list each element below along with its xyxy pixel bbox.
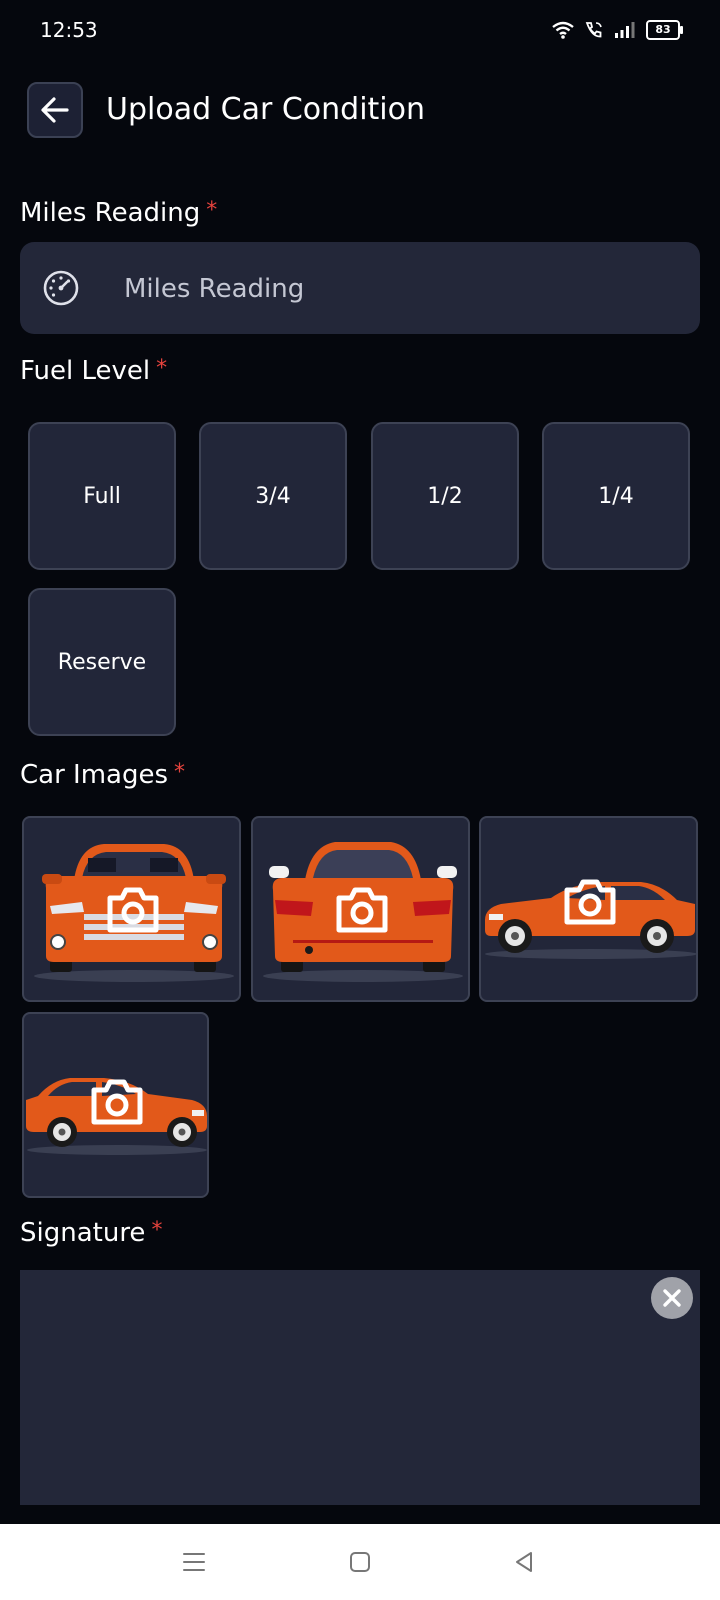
home-button[interactable] <box>340 1542 380 1582</box>
status-time: 12:53 <box>40 18 98 42</box>
header: Upload Car Condition <box>0 80 720 140</box>
triangle-back-icon <box>516 1552 532 1572</box>
miles-label: Miles Reading * <box>20 198 217 228</box>
miles-label-text: Miles Reading <box>20 198 201 228</box>
camera-icon <box>336 887 388 933</box>
arrow-left-icon <box>41 97 69 123</box>
fuel-option-full[interactable]: Full <box>28 422 176 570</box>
camera-icon <box>564 879 616 925</box>
camera-icon <box>91 1079 143 1125</box>
required-mark: * <box>174 760 186 785</box>
signature-label: Signature * <box>20 1218 162 1248</box>
camera-icon <box>107 887 159 933</box>
required-mark: * <box>206 198 218 223</box>
fuel-option-half[interactable]: 1/2 <box>371 422 519 570</box>
miles-input[interactable] <box>122 242 686 336</box>
required-mark: * <box>156 356 168 381</box>
miles-field[interactable] <box>20 242 700 336</box>
car-image-front[interactable] <box>22 816 241 1002</box>
status-icons: 83 <box>552 20 683 40</box>
fuel-option-reserve[interactable]: Reserve <box>28 588 176 736</box>
square-icon <box>350 1552 370 1572</box>
signature-pad[interactable] <box>20 1270 700 1505</box>
back-nav-button[interactable] <box>504 1542 544 1582</box>
fuel-label: Fuel Level * <box>20 356 167 386</box>
signature-label-text: Signature <box>20 1218 146 1248</box>
system-nav-bar <box>0 1524 720 1600</box>
clear-signature-button[interactable] <box>651 1277 693 1319</box>
status-bar: 12:53 83 <box>0 0 720 64</box>
signal-icon <box>615 22 635 38</box>
car-images-label: Car Images * <box>20 760 185 790</box>
recents-button[interactable] <box>174 1542 214 1582</box>
car-image-right-side[interactable] <box>479 816 698 1002</box>
battery-icon: 83 <box>646 20 683 40</box>
speedometer-icon <box>43 270 79 306</box>
back-button[interactable] <box>27 82 83 138</box>
page-title: Upload Car Condition <box>106 92 426 127</box>
car-image-left-side[interactable] <box>22 1012 209 1198</box>
menu-icon <box>183 1553 205 1571</box>
car-images-label-text: Car Images <box>20 760 169 790</box>
fuel-option-quarter[interactable]: 1/4 <box>542 422 690 570</box>
close-icon <box>663 1289 681 1307</box>
fuel-label-text: Fuel Level <box>20 356 151 386</box>
wifi-icon <box>552 21 574 39</box>
fuel-option-three-quarter[interactable]: 3/4 <box>199 422 347 570</box>
car-image-rear[interactable] <box>251 816 470 1002</box>
wifi-call-icon <box>585 22 602 38</box>
required-mark: * <box>151 1218 163 1243</box>
